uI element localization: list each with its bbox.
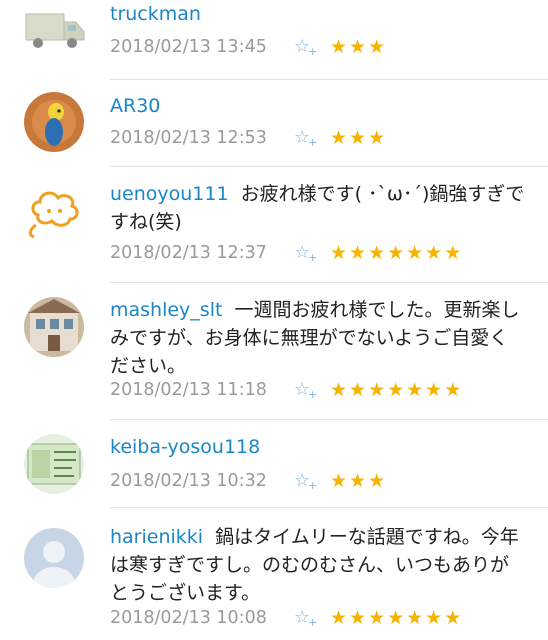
divider [110,507,548,508]
star-rating[interactable]: ★★★ [330,36,387,58]
divider [110,419,548,420]
username[interactable]: mashley_slt [110,299,222,321]
username[interactable]: AR30 [110,95,160,117]
default-user-avatar[interactable] [24,528,84,588]
star-rating[interactable]: ★★★★★★★ [330,379,463,401]
truck-avatar[interactable] [24,6,86,56]
cloud-avatar[interactable] [22,181,86,245]
add-star-icon[interactable]: ☆+ [294,242,330,264]
star-rating[interactable]: ★★★ [330,127,387,149]
house-avatar[interactable] [24,297,84,357]
ticket-avatar[interactable] [24,434,84,494]
comment-timestamp: 2018/02/13 13:45 [110,37,267,57]
star-rating[interactable]: ★★★★★★★ [330,607,463,629]
add-star-icon[interactable]: ☆+ [294,607,330,629]
divider [110,282,548,283]
username[interactable]: keiba-yosou118 [110,436,260,458]
add-star-icon[interactable]: ☆+ [294,127,330,149]
comment-timestamp: 2018/02/13 12:37 [110,243,267,263]
add-star-icon[interactable]: ☆+ [294,36,330,58]
star-rating[interactable]: ★★★★★★★ [330,242,463,264]
bird-avatar[interactable] [24,92,84,152]
username[interactable]: harienikki [110,526,203,548]
comment-timestamp: 2018/02/13 10:08 [110,608,267,628]
comment-timestamp: 2018/02/13 12:53 [110,128,267,148]
add-star-icon[interactable]: ☆+ [294,379,330,401]
divider [110,79,548,80]
star-rating[interactable]: ★★★ [330,470,387,492]
comment-timestamp: 2018/02/13 10:32 [110,471,267,491]
add-star-icon[interactable]: ☆+ [294,470,330,492]
username[interactable]: truckman [110,3,201,25]
comment-timestamp: 2018/02/13 11:18 [110,380,267,400]
username[interactable]: uenoyou111 [110,183,229,205]
comment-list: truckman 2018/02/13 13:45 ☆+ ★★★ AR30 20… [0,0,548,640]
divider [110,166,548,167]
